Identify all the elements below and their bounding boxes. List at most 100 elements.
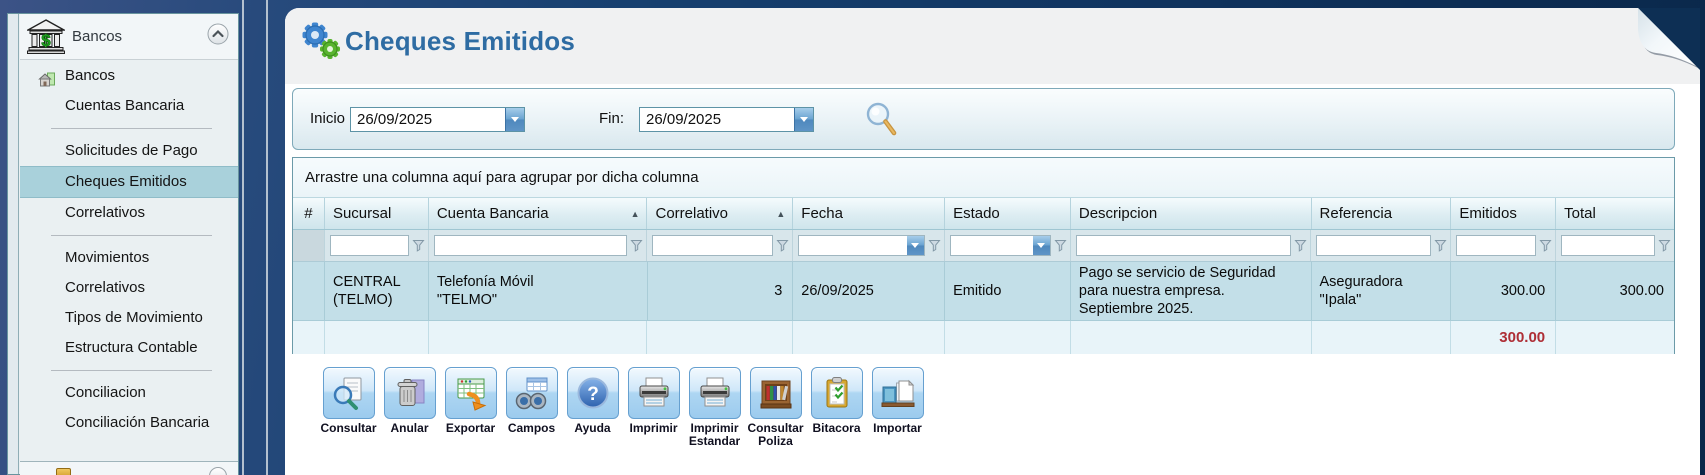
sidebar-item-label: Bancos [65,67,116,84]
filter-funnel-icon[interactable] [412,239,425,252]
cell-correlativo: 3 [648,262,794,320]
column-header-total[interactable]: Total [1556,198,1674,229]
sidebar-item-movimientos[interactable]: Movimientos [20,243,238,273]
sidebar-item-label: Cuentas Bancaria [65,97,185,114]
sidebar-item-cheques-emitidos[interactable]: Cheques Emitidos [20,166,238,198]
fecha-inicio-picker[interactable]: 26/09/2025 [350,107,525,132]
column-header-emitidos[interactable]: Emitidos [1451,198,1557,229]
filter-funnel-icon[interactable] [1539,239,1552,252]
sidebar-item-cuentas-bancaria[interactable]: Cuentas Bancaria [20,91,238,121]
fecha-inicio-dropdown-button[interactable] [505,108,524,131]
fecha-fin-picker[interactable]: 26/09/2025 [639,107,814,132]
sidebar-item-bancos[interactable]: Bancos [20,61,238,91]
sidebar-gutter [8,14,19,474]
filter-input-estado[interactable] [950,236,1033,255]
sidebar-header: $ Bancos [20,14,238,60]
fin-label: Fin: [599,110,625,127]
column-header-cuenta-bancaria[interactable]: Cuenta Bancaria ▲ [429,198,648,229]
page-title: Cheques Emitidos [345,26,576,56]
group-by-panel[interactable]: Arrastre una columna aquí para agrupar p… [293,158,1674,198]
fecha-inicio-value: 26/09/2025 [357,111,433,128]
column-header-sucursal[interactable]: Sucursal [325,198,429,229]
filter-input-fecha[interactable] [799,236,907,255]
ayuda-button[interactable]: ? Ayuda [562,367,623,449]
importar-button[interactable]: Importar [867,367,928,449]
sidebar-item-solicitudes-de-pago[interactable]: Solicitudes de Pago [20,136,238,166]
filter-cell-correlativo [647,230,794,261]
fecha-fin-dropdown-button[interactable] [794,108,813,131]
filter-input-cuenta-bancaria[interactable] [433,235,628,256]
filter-input-sucursal[interactable] [329,235,409,256]
filter-input-descripcion[interactable] [1075,235,1292,256]
filter-funnel-icon[interactable] [776,239,789,252]
column-header-descripcion[interactable]: Descripcion [1071,198,1312,229]
filter-cell-fecha [793,230,945,261]
bitacora-button[interactable]: Bitacora [806,367,867,449]
sidebar-item-correlativos-2[interactable]: Correlativos [20,273,238,303]
grid-summary-row: 300.00 [293,321,1674,354]
grid-header-row: # Sucursal Cuenta Bancaria ▲ Correlativo ▲… [293,198,1674,230]
date-filter-bar: Inicio 26/09/2025 Fin: 26/09/2025 [292,88,1675,150]
sidebar-item-tipos-de-movimiento[interactable]: Tipos de Movimiento [20,303,238,333]
sidebar-item-conciliacion-bancaria[interactable]: Conciliación Bancaria [20,408,238,438]
sidebar-next-section-header[interactable] [20,461,238,475]
collapse-panel-button[interactable] [207,23,229,45]
filter-input-correlativo[interactable] [652,235,774,256]
sidebar-item-conciliacion[interactable]: Conciliacion [20,378,238,408]
campos-icon [515,377,547,410]
gears-icon [299,20,345,69]
filter-input-referencia[interactable] [1316,235,1432,256]
anular-button[interactable]: Anular [379,367,440,449]
filter-cell-estado [945,230,1071,261]
imprimir-estandar-button[interactable]: Imprimir Estandar [684,367,745,449]
exportar-icon [457,378,486,411]
filter-fecha-dropdown-button[interactable] [906,236,924,255]
expand-panel-button[interactable] [209,467,227,475]
cell-cuenta-bancaria: Telefonía Móvil "TELMO" [429,262,648,320]
campos-button[interactable]: Campos [501,367,562,449]
svg-text:?: ? [587,384,599,405]
consultar-button[interactable]: Consultar [318,367,379,449]
filter-funnel-icon[interactable] [1434,239,1447,252]
filter-cell-descripcion [1071,230,1312,261]
filter-funnel-icon[interactable] [1294,239,1307,252]
filter-cell-referencia [1311,230,1452,261]
table-row[interactable]: CENTRAL (TELMO) Telefonía Móvil "TELMO" … [293,262,1674,321]
cell-fecha: 26/09/2025 [793,262,946,320]
cell-sucursal: CENTRAL (TELMO) [325,262,429,320]
column-header-estado[interactable]: Estado [945,198,1071,229]
column-header-hash[interactable]: # [293,198,325,229]
chevron-down-icon [511,117,519,122]
filter-funnel-icon[interactable] [630,239,643,252]
filter-funnel-icon[interactable] [1658,239,1671,252]
column-header-fecha[interactable]: Fecha [793,198,946,229]
sidebar-item-label: Estructura Contable [65,339,198,356]
exportar-button[interactable]: Exportar [440,367,501,449]
sidebar-item-estructura-contable[interactable]: Estructura Contable [20,333,238,363]
page-header: Cheques Emitidos [285,8,1700,84]
filter-estado-dropdown-button[interactable] [1032,236,1050,255]
filter-funnel-icon[interactable] [928,239,941,252]
sidebar-menu: Bancos Cuentas Bancaria Solicitudes de P… [20,61,238,438]
ayuda-icon: ? [577,377,608,409]
filter-input-emitidos[interactable] [1456,235,1537,256]
filter-funnel-icon[interactable] [1054,239,1067,252]
imprimir-estandar-icon [700,377,729,407]
summary-emitidos-total: 300.00 [1451,321,1557,354]
imprimir-button[interactable]: Imprimir [623,367,684,449]
filter-cell-sucursal [325,230,429,261]
filter-cell-cuenta-bancaria [429,230,648,261]
bitacora-icon [826,377,847,408]
sidebar-item-label: Movimientos [65,249,150,266]
column-header-referencia[interactable]: Referencia [1312,198,1452,229]
column-header-correlativo[interactable]: Correlativo ▲ [647,198,794,229]
anular-icon [397,379,424,406]
filter-input-total[interactable] [1561,235,1656,256]
chevron-down-icon [1037,243,1046,248]
sidebar-item-correlativos[interactable]: Correlativos [20,198,238,228]
sidebar-item-label: Conciliacion [65,384,146,401]
consultar-poliza-button[interactable]: Consultar Poliza [745,367,806,449]
filter-cell-hash [293,230,325,261]
search-icon[interactable] [863,100,901,140]
sidebar-item-label: Tipos de Movimiento [65,309,203,326]
